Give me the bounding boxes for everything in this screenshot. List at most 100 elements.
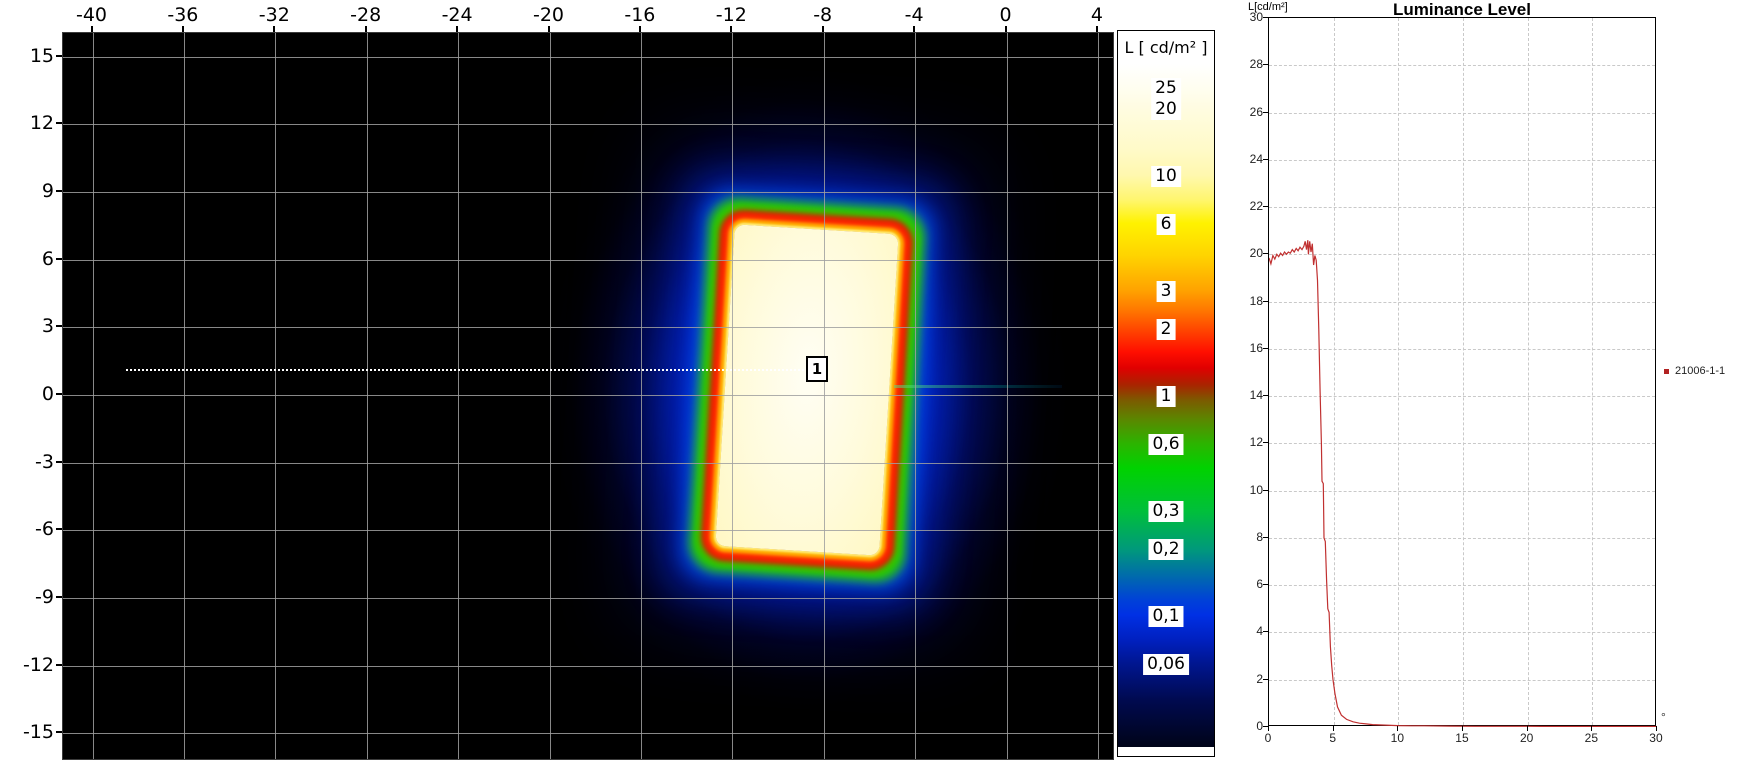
colorbar-scale-label: 3 [1156, 280, 1176, 302]
heatmap-x-tick-label: -16 [624, 4, 656, 26]
heatmap-x-tick [638, 26, 641, 32]
chart-x-tick-label: 25 [1584, 731, 1598, 745]
heatmap-x-tick-label: -8 [813, 4, 833, 26]
profile-line-1[interactable] [126, 369, 808, 371]
heatmap-x-tick [456, 26, 459, 32]
heatmap-gridline-v [1097, 33, 1099, 759]
colorbar-scale-label: 6 [1156, 214, 1176, 236]
chart-legend[interactable]: 21006-1-1 [1664, 365, 1725, 377]
chart-y-tick-label: 12 [1249, 435, 1263, 450]
chart-y-tick [1263, 631, 1268, 633]
heatmap-y-tick-label: -15 [22, 721, 54, 744]
heatmap-gridline-v [183, 33, 185, 759]
colorbar: L [ cd/m² ] 25 20 10 6 3 2 1 0,6 0,3 0,2 0,1 0,06 [1117, 30, 1215, 757]
chart-y-tick-label: 6 [1256, 577, 1263, 592]
luminous-rectangle [715, 224, 899, 556]
heatmap-y-tick [56, 528, 62, 531]
heatmap-gridline-h [63, 530, 1113, 532]
heatmap-y-tick-label: 6 [41, 247, 54, 270]
heatmap-x-tick-label: -24 [441, 4, 473, 26]
heatmap-x-tick-label: 4 [1090, 4, 1103, 26]
chart-y-tick [1263, 206, 1268, 208]
chart-y-tick-label: 14 [1249, 388, 1263, 403]
heatmap-gridline-v [366, 33, 368, 759]
heatmap-gridline-v [549, 33, 551, 759]
chart-y-tick-label: 28 [1249, 57, 1263, 72]
heatmap-y-tick [56, 595, 62, 598]
chart-y-tick [1263, 347, 1268, 349]
chart-y-tick [1263, 442, 1268, 444]
heatmap-gridline-h [63, 259, 1113, 261]
colorbar-scale-label: 25 [1151, 78, 1181, 99]
heatmap-y-tick-label: -3 [35, 450, 54, 473]
chart-y-tick [1263, 64, 1268, 66]
chart-y-tick-label: 24 [1249, 151, 1263, 166]
heatmap-x-tick-label: -32 [258, 4, 290, 26]
heatmap-y-tick [56, 325, 62, 328]
heatmap-y-tick [56, 460, 62, 463]
heatmap-x-tick [730, 26, 733, 32]
heatmap-gridline-h [63, 597, 1113, 599]
colorbar-scale-label: 0,1 [1148, 605, 1184, 627]
chart-y-tick [1263, 726, 1268, 727]
heatmap-y-tick-label: 3 [41, 315, 54, 338]
chart-plot-area[interactable] [1268, 17, 1657, 727]
heatmap-x-tick-label: -28 [350, 4, 382, 26]
chart-x-tick-label: 15 [1455, 731, 1469, 745]
heatmap-y-tick [56, 122, 62, 125]
chart-y-tick-label: 4 [1256, 624, 1263, 639]
heatmap-x-tick-label: -20 [532, 4, 565, 26]
heatmap-x-tick-label: 0 [999, 4, 1012, 26]
chart-y-tick [1263, 678, 1268, 680]
chart-x-tick-label: 5 [1329, 731, 1336, 745]
chart-y-tick-label: 0 [1256, 719, 1263, 733]
heatmap-gridline-h [63, 124, 1113, 126]
chart-y-tick [1263, 17, 1268, 18]
colorbar-scale-label: 20 [1151, 99, 1181, 121]
heatmap-gridline-h [63, 327, 1113, 329]
heatmap-gridline-h [63, 733, 1113, 735]
heatmap-gridline-v [640, 33, 642, 759]
chart-y-tick [1263, 158, 1268, 160]
legend-marker-icon [1664, 368, 1669, 374]
colorbar-scale-label: 0,06 [1143, 654, 1189, 676]
heatmap-y-tick [56, 393, 62, 395]
chart-y-tick-label: 16 [1249, 340, 1263, 355]
colorbar-scale-label: 10 [1151, 165, 1181, 187]
heatmap-y-tick-label: -6 [35, 518, 54, 541]
heatmap-gridline-v [915, 33, 917, 759]
heatmap-y-tick [56, 731, 62, 734]
heatmap-y-tick-label: 0 [41, 383, 54, 405]
heatmap-plot[interactable]: 1 [62, 32, 1114, 760]
profile-marker-1[interactable]: 1 [806, 356, 828, 382]
heatmap-y-tick-label: 15 [29, 44, 54, 67]
chart-x-tick-label: 30 [1649, 731, 1663, 745]
heatmap-gridline-v [458, 33, 460, 759]
luminance-level-chart: L[cd/m²] Luminance Level 0 5 10 15 20 25 30 0 2 4… [1215, 0, 1741, 760]
heatmap-gridline-h [63, 192, 1113, 194]
colorbar-scale-label: 0,2 [1148, 539, 1184, 561]
heatmap-x-tick [821, 26, 824, 32]
heatmap-gridline-h [63, 56, 1113, 58]
heatmap-y-tick [56, 54, 62, 57]
chart-y-tick-label: 20 [1249, 246, 1263, 261]
chart-y-tick-label: 18 [1249, 293, 1263, 308]
chart-y-tick-label: 8 [1256, 529, 1263, 544]
heatmap-y-tick-label: -12 [22, 653, 54, 676]
heatmap-x-tick [1095, 26, 1098, 32]
chart-y-tick [1263, 584, 1268, 586]
heatmap-x-tick [181, 26, 184, 32]
heatmap-y-tick-label: 9 [41, 180, 54, 203]
heatmap-gridline-h [63, 395, 1113, 396]
chart-y-tick [1263, 253, 1268, 255]
heatmap-gridline-v [275, 33, 277, 759]
colorbar-title: L [ cd/m² ] [1124, 38, 1208, 57]
chart-y-tick-label: 26 [1249, 104, 1263, 119]
colorbar-scale-label: 2 [1156, 319, 1176, 341]
heatmap-x-tick-label: -4 [904, 4, 924, 26]
chart-y-tick [1263, 395, 1268, 397]
chart-x-unit-label: ° [1661, 710, 1666, 724]
chart-x-tick-label: 20 [1519, 731, 1534, 745]
stray-light-streak [894, 385, 1062, 388]
heatmap-gridline-h [63, 462, 1113, 464]
